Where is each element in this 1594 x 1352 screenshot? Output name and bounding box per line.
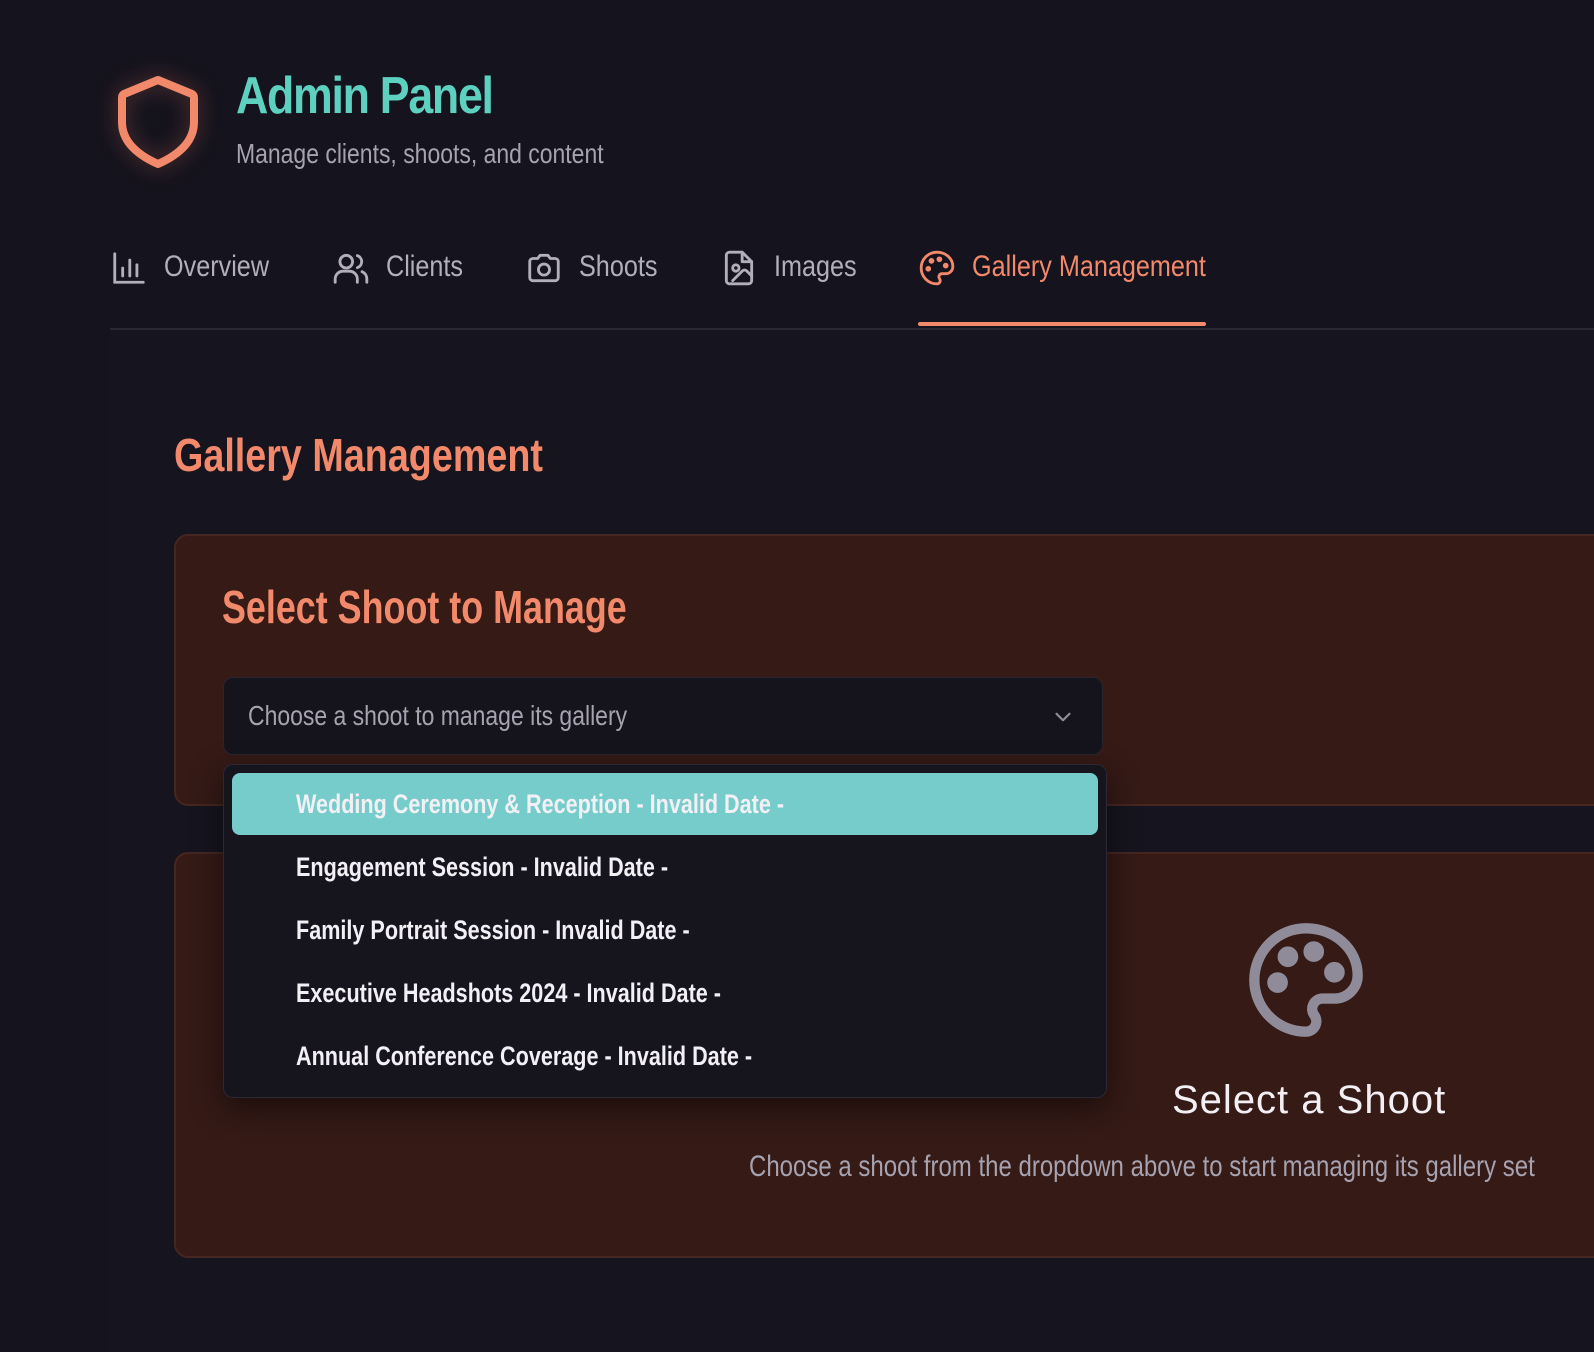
chevron-down-icon xyxy=(1055,712,1071,722)
tab-shoots[interactable]: Shoots xyxy=(525,240,672,326)
tab-label: Gallery Management xyxy=(972,250,1206,283)
select-placeholder: Choose a shoot to manage its gallery xyxy=(248,700,628,731)
palette-icon xyxy=(919,250,955,286)
file-image-icon xyxy=(724,250,754,286)
tab-label: Overview xyxy=(164,250,270,283)
dropdown-option[interactable]: Executive Headshots 2024 - Invalid Date … xyxy=(232,962,1098,1024)
palette-icon xyxy=(1249,923,1363,1037)
bar-chart-icon xyxy=(113,252,145,284)
admin-page: Admin Panel Manage clients, shoots, and … xyxy=(0,0,1594,1352)
empty-state-description: Choose a shoot from the dropdown above t… xyxy=(749,1150,1535,1183)
shoot-select[interactable]: Choose a shoot to manage its gallery xyxy=(223,677,1103,755)
camera-icon xyxy=(528,253,560,283)
page-subtitle: Manage clients, shoots, and content xyxy=(236,138,604,169)
page-title: Admin Panel xyxy=(236,67,494,125)
dropdown-option[interactable]: Wedding Ceremony & Reception - Invalid D… xyxy=(232,773,1098,835)
tab-images[interactable]: Images xyxy=(720,240,872,326)
tab-label: Clients xyxy=(386,250,464,283)
shoot-dropdown-list: Wedding Ceremony & Reception - Invalid D… xyxy=(223,764,1107,1098)
users-icon xyxy=(333,253,369,284)
dropdown-option[interactable]: Engagement Session - Invalid Date - xyxy=(232,836,1098,898)
card-title: Select Shoot to Manage xyxy=(222,581,627,633)
option-label: Family Portrait Session - Invalid Date - xyxy=(296,915,690,945)
section-title: Gallery Management xyxy=(174,429,543,481)
active-tab-indicator xyxy=(918,322,1206,326)
tab-overview[interactable]: Overview xyxy=(110,240,289,326)
option-label: Annual Conference Coverage - Invalid Dat… xyxy=(296,1041,753,1071)
empty-state-title: Select a Shoot xyxy=(1172,1078,1447,1122)
shield-icon xyxy=(118,76,198,168)
tab-clients[interactable]: Clients xyxy=(332,240,478,326)
tab-gallery-management[interactable]: Gallery Management xyxy=(918,240,1250,326)
tab-label: Shoots xyxy=(579,250,658,283)
tab-label: Images xyxy=(774,250,857,283)
dropdown-option[interactable]: Family Portrait Session - Invalid Date - xyxy=(232,899,1098,961)
option-label: Wedding Ceremony & Reception - Invalid D… xyxy=(296,789,785,819)
dropdown-option[interactable]: Annual Conference Coverage - Invalid Dat… xyxy=(232,1025,1098,1087)
option-label: Engagement Session - Invalid Date - xyxy=(296,852,669,882)
tab-bar: Overview Clients Shoots Images Gallery M… xyxy=(110,240,1594,330)
option-label: Executive Headshots 2024 - Invalid Date … xyxy=(296,978,721,1008)
